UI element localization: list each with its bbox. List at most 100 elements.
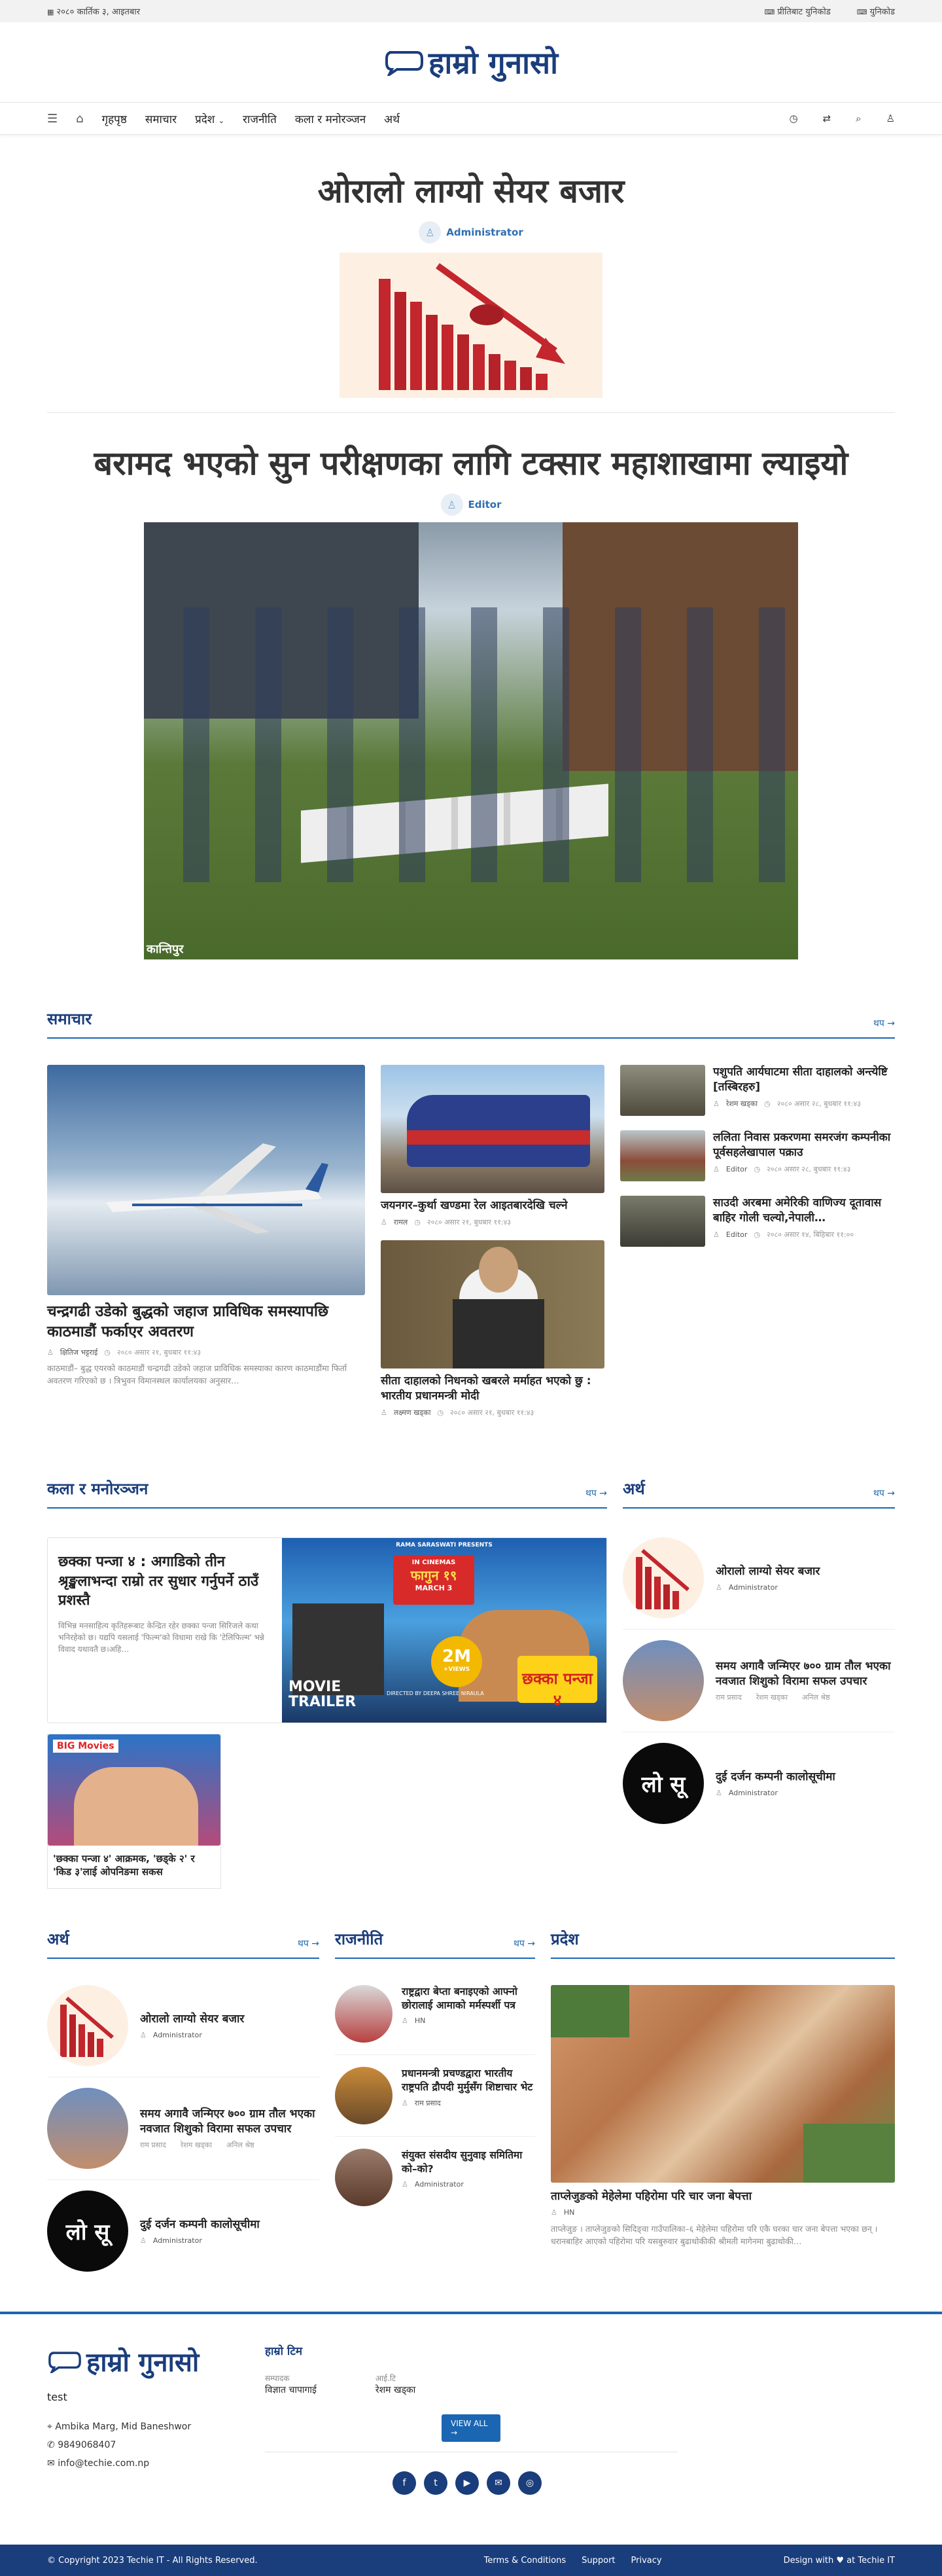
hero-title[interactable]: ओरालो लाग्यो सेयर बजार <box>0 168 942 212</box>
article-title[interactable]: राष्ट्रद्वारा बेप्ता बनाइएको आफ्नो छोराल… <box>402 1985 535 2012</box>
train-image[interactable] <box>381 1065 604 1193</box>
article-title[interactable]: ओरालो लाग्यो सेयर बजार <box>140 2012 244 2027</box>
footer-links: Terms & Conditions Support Privacy <box>484 2556 662 2566</box>
article-card[interactable]: BIG Movies 'छक्का पन्जा ४' आक्रमक, 'छड्क… <box>47 1734 221 1889</box>
nav-item-economy[interactable]: अर्थ <box>384 111 400 126</box>
unicode-link[interactable]: ⌨ युनिकोड <box>857 5 895 17</box>
views-badge: 2M +VIEWS <box>431 1636 482 1687</box>
more-link[interactable]: थप → <box>873 1017 895 1029</box>
hamburger-icon[interactable]: ☰ <box>47 112 58 126</box>
newborn-thumb[interactable] <box>47 2088 128 2169</box>
blacklist-thumb[interactable]: लो सू <box>47 2191 128 2272</box>
list-item[interactable]: साउदी अरबमा अमेरिकी वाणिज्य दूतावास बाहि… <box>620 1196 895 1247</box>
article-title[interactable]: दुई दर्जन कम्पनी कालोसूचीमा <box>716 1770 835 1785</box>
article-title[interactable]: ताप्लेजुङको मेहेलेमा पहिरोमा परि चार जना… <box>551 2189 895 2204</box>
article-title[interactable]: समय अगावै जन्मिएर ७०० ग्राम तौल भएका नवज… <box>140 2107 319 2137</box>
share-chart-thumb[interactable] <box>47 1985 128 2066</box>
footer-logo[interactable]: हाम्रो गुनासो <box>47 2343 199 2379</box>
parliament-thumb[interactable] <box>335 2149 392 2206</box>
home-icon[interactable]: ⌂ <box>76 112 83 126</box>
section-title[interactable]: कला र मनोरञ्जन <box>47 1478 148 1499</box>
email[interactable]: ✉ info@techie.com.np <box>47 2454 895 2473</box>
hero-title[interactable]: बरामद भएको सुन परीक्षणका लागि टक्सार महा… <box>0 440 942 484</box>
nav-item-politics[interactable]: राजनीति <box>243 111 277 126</box>
user-icon[interactable]: ♙ <box>886 113 895 124</box>
big-movies-image[interactable]: BIG Movies <box>48 1734 220 1846</box>
more-link[interactable]: थप → <box>873 1487 895 1499</box>
article-title[interactable]: ललिता निवास प्रकरणमा समरजंग कम्पनीका पूर… <box>713 1130 895 1160</box>
section-title[interactable]: राजनीति <box>335 1928 383 1950</box>
article-title[interactable]: 'छक्का पन्जा ४' आक्रमक, 'छड्के २' र 'किड… <box>48 1846 220 1888</box>
nav-item-news[interactable]: समाचार <box>145 111 177 126</box>
list-item[interactable]: ललिता निवास प्रकरणमा समरजंग कम्पनीका पूर… <box>620 1130 895 1181</box>
list-item[interactable]: समय अगावै जन्मिएर ७०० ग्राम तौल भएका नवज… <box>623 1630 895 1732</box>
list-item[interactable]: ओरालो लाग्यो सेयर बजार ♙ Administrator <box>623 1537 895 1630</box>
article-title[interactable]: समय अगावै जन्मिएर ७०० ग्राम तौल भएका नवज… <box>716 1659 895 1689</box>
site-logo[interactable]: हाम्रो गुनासो <box>384 42 558 82</box>
article-card[interactable]: जयनगर–कुर्था खण्डमा रेल आइतबारदेखि चल्ने… <box>381 1065 604 1227</box>
featured-article[interactable]: ताप्लेजुङको मेहेलेमा पहिरोमा परि चार जना… <box>551 1985 895 2247</box>
list-item[interactable]: पशुपति आर्यघाटमा सीता दाहालको अन्त्येष्ट… <box>620 1065 895 1116</box>
article-title[interactable]: जयनगर–कुर्था खण्डमा रेल आइतबारदेखि चल्ने <box>381 1198 604 1213</box>
list-item[interactable]: राष्ट्रद्वारा बेप्ता बनाइएको आफ्नो छोराल… <box>335 1985 535 2055</box>
meeting-thumb[interactable] <box>335 2067 392 2124</box>
article-card[interactable]: सीता दाहालको निधनको खबरले मर्माहत भएको छ… <box>381 1240 604 1418</box>
crowd-image[interactable] <box>620 1196 705 1247</box>
list-item[interactable]: ओरालो लाग्यो सेयर बजार ♙ Administrator <box>47 1985 319 2077</box>
article-title[interactable]: पशुपति आर्यघाटमा सीता दाहालको अन्त्येष्ट… <box>713 1065 895 1095</box>
hero-author: ♙ Editor <box>0 493 942 516</box>
instagram-icon[interactable]: ◎ <box>518 2471 542 2495</box>
article-image[interactable] <box>47 1065 365 1295</box>
section-title[interactable]: अर्थ <box>623 1478 645 1499</box>
list-item[interactable]: लो सू दुई दर्जन कम्पनी कालोसूचीमा ♙ Admini… <box>47 2180 319 2272</box>
privacy-link[interactable]: Privacy <box>631 2556 662 2566</box>
article-title[interactable]: दुई दर्जन कम्पनी कालोसूचीमा <box>140 2217 260 2232</box>
share-chart-thumb[interactable] <box>623 1537 704 1619</box>
facebook-icon[interactable]: f <box>392 2471 416 2495</box>
nav-item-entertainment[interactable]: कला र मनोरञ्जन <box>295 111 366 126</box>
history-icon[interactable]: ◷ <box>789 113 797 124</box>
article-title[interactable]: चन्द्रगढी उडेको बुद्धको जहाज प्राविधिक स… <box>47 1302 365 1342</box>
youtube-icon[interactable]: ▶ <box>455 2471 479 2495</box>
landslide-image[interactable] <box>551 1985 895 2183</box>
article-title[interactable]: ओरालो लाग्यो सेयर बजार <box>716 1564 820 1579</box>
mother-thumb[interactable] <box>335 1985 392 2043</box>
list-item[interactable]: समय अगावै जन्मिएर ७०० ग्राम तौल भएका नवज… <box>47 2077 319 2180</box>
news-section: समाचार थप → चन्द्रगढी उडेको बुद्धको जहाज… <box>47 1008 895 1418</box>
section-title[interactable]: समाचार <box>47 1008 92 1029</box>
support-link[interactable]: Support <box>582 2556 615 2566</box>
terms-link[interactable]: Terms & Conditions <box>484 2556 567 2566</box>
article-title[interactable]: प्रधानमन्त्री प्रचण्डद्वारा भारतीय राष्ट… <box>402 2067 535 2094</box>
list-item[interactable]: लो सू दुई दर्जन कम्पनी कालोसूचीमा ♙ Admini… <box>623 1732 895 1824</box>
article-title[interactable]: संयुक्त संसदीय सुनुवाइ समितिमा को–को? <box>402 2149 535 2176</box>
section-title[interactable]: प्रदेश <box>551 1928 579 1950</box>
list-item[interactable]: प्रधानमन्त्री प्रचण्डद्वारा भारतीय राष्ट… <box>335 2055 535 2137</box>
shuffle-icon[interactable]: ⇄ <box>823 113 831 124</box>
more-link[interactable]: थप → <box>585 1487 607 1499</box>
view-all-button[interactable]: VIEW ALL → <box>442 2414 500 2442</box>
nav-item-province[interactable]: प्रदेश ⌄ <box>195 111 224 126</box>
more-link[interactable]: थप → <box>514 1937 535 1950</box>
nav-item-home[interactable]: गृहपृष्ठ <box>102 111 127 126</box>
article-title[interactable]: छक्का पन्जा ४ : अगाडिको तीन श्रृङ्खलाभन्… <box>58 1552 271 1611</box>
newborn-thumb[interactable] <box>623 1640 704 1721</box>
mail-icon[interactable]: ✉ <box>487 2471 510 2495</box>
twitter-icon[interactable]: t <box>424 2471 447 2495</box>
more-link[interactable]: थप → <box>298 1937 319 1950</box>
hero-image[interactable] <box>340 253 602 398</box>
preeti-unicode-link[interactable]: ⌨ प्रीतिबाट युनिकोड <box>764 5 830 17</box>
list-item[interactable]: संयुक्त संसदीय सुनुवाइ समितिमा को–को? ♙ Ad… <box>335 2137 535 2206</box>
article-title[interactable]: साउदी अरबमा अमेरिकी वाणिज्य दूतावास बाहि… <box>713 1196 895 1226</box>
gate-image[interactable] <box>620 1130 705 1181</box>
featured-article[interactable]: छक्का पन्जा ४ : अगाडिको तीन श्रृङ्खलाभन्… <box>47 1537 607 1723</box>
modi-image[interactable] <box>381 1240 604 1368</box>
hero-image[interactable]: कान्तिपुर <box>144 522 798 959</box>
article-title[interactable]: सीता दाहालको निधनको खबरले मर्माहत भएको छ… <box>381 1374 604 1404</box>
clock-icon: ◷ <box>754 1164 761 1173</box>
featured-article[interactable]: चन्द्रगढी उडेको बुद्धको जहाज प्राविधिक स… <box>47 1065 365 1418</box>
search-icon[interactable]: ⌕ <box>856 113 861 124</box>
cremation-image[interactable] <box>620 1065 705 1116</box>
blacklist-thumb[interactable]: लो सू <box>623 1743 704 1824</box>
section-title[interactable]: अर्थ <box>47 1928 69 1950</box>
movie-poster-image[interactable]: RAMA SARASWATI PRESENTS IN CINEMAS फागुन … <box>282 1538 606 1723</box>
